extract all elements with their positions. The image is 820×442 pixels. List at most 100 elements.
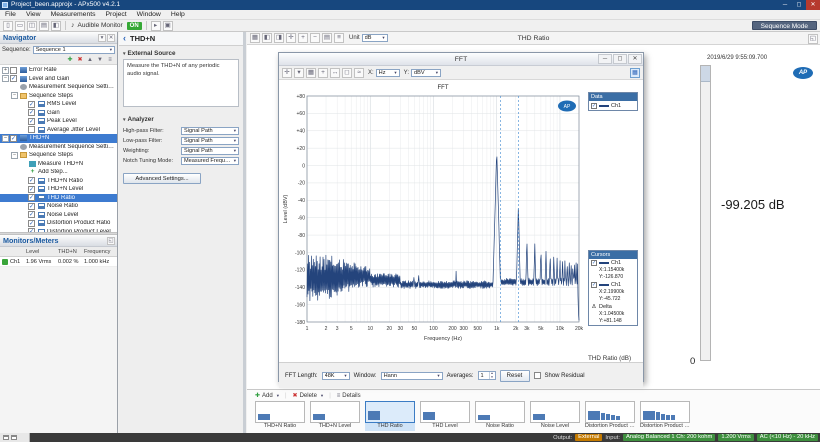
- output-status-badge[interactable]: External: [575, 434, 602, 441]
- measurement-thumbnail[interactable]: THD+N Ratio: [255, 401, 305, 431]
- fft-close-button[interactable]: ✕: [628, 54, 642, 64]
- tree-item[interactable]: Measurement Sequence Settings...: [0, 143, 117, 152]
- checkbox-icon[interactable]: ✓: [28, 177, 35, 184]
- expand-icon[interactable]: +: [2, 67, 9, 74]
- titlebar[interactable]: Project_been.approjx - APx500 v4.2.1 ─◻✕: [0, 0, 820, 10]
- open-project-icon[interactable]: ▭: [15, 21, 25, 31]
- checkbox-icon[interactable]: ✓: [28, 109, 35, 116]
- trace-icon[interactable]: ≈: [354, 68, 364, 78]
- averages-stepper[interactable]: 1 ▴▾: [478, 371, 496, 380]
- checkbox-icon[interactable]: ✓: [28, 220, 35, 227]
- pan-icon[interactable]: ↔: [330, 68, 340, 78]
- checkbox-icon[interactable]: ✓: [28, 194, 35, 201]
- back-icon[interactable]: ‹: [123, 33, 126, 43]
- input-status-badge[interactable]: Analog Balanced 1 Ch: 200 kohm: [623, 434, 715, 441]
- checkbox-icon[interactable]: ✓: [10, 135, 17, 142]
- show-residual-checkbox[interactable]: [534, 372, 541, 379]
- reset-button[interactable]: Reset: [500, 370, 530, 382]
- close-button[interactable]: ✕: [806, 0, 820, 10]
- input-bandwidth-badge[interactable]: AC (<10 Hz) - 20 kHz: [757, 434, 818, 441]
- undock-icon[interactable]: ◱: [808, 34, 818, 44]
- stepper-arrows[interactable]: ▴▾: [489, 372, 495, 379]
- tree-item[interactable]: −✓THD+N: [0, 134, 117, 143]
- grid-icon[interactable]: ▦: [306, 68, 316, 78]
- fft-y-unit-select[interactable]: dBV ▾: [411, 69, 441, 77]
- data-legend-row[interactable]: ✓ Ch1: [589, 101, 637, 110]
- input-range-badge[interactable]: 1.200 Vrms: [718, 434, 753, 441]
- checkbox-icon[interactable]: ✓: [591, 103, 597, 109]
- tree-item[interactable]: ✓THD Ratio: [0, 194, 117, 203]
- menu-view[interactable]: View: [21, 10, 46, 19]
- tree-item[interactable]: Measure THD+N: [0, 160, 117, 169]
- axes-icon[interactable]: ▤: [322, 33, 332, 43]
- collapse-icon[interactable]: −: [2, 135, 9, 142]
- zoom-out-icon[interactable]: −: [310, 33, 320, 43]
- checkbox-icon[interactable]: ✓: [28, 203, 35, 210]
- menu-icon[interactable]: ≡: [334, 33, 344, 43]
- zoom-in-icon[interactable]: +: [298, 33, 308, 43]
- split-vertical-icon[interactable]: ◨: [274, 33, 284, 43]
- tree-item[interactable]: −Sequence Steps: [0, 92, 117, 101]
- checkbox-icon[interactable]: ✓: [591, 260, 597, 266]
- field-select[interactable]: Signal Path▾: [181, 137, 239, 145]
- fft-titlebar[interactable]: FFT ─◻✕: [279, 53, 643, 66]
- add-measurement-icon[interactable]: ✚: [66, 56, 74, 64]
- tree-item[interactable]: ✓Distortion Product Ratio: [0, 219, 117, 228]
- audible-monitor-on-toggle[interactable]: ON: [127, 22, 142, 30]
- fft-x-unit-select[interactable]: Hz ▾: [376, 69, 400, 77]
- collapse-icon[interactable]: −: [11, 152, 18, 159]
- field-select[interactable]: Signal Path▾: [181, 147, 239, 155]
- copy-icon[interactable]: ◧: [51, 21, 61, 31]
- fft-maximize-button[interactable]: ◻: [613, 54, 627, 64]
- measurement-thumbnail[interactable]: THD Ratio: [365, 401, 415, 431]
- monitor-row[interactable]: Ch11.96 Vrms0.002 %1.000 kHz: [0, 257, 117, 267]
- collapse-icon[interactable]: −: [11, 92, 18, 99]
- checkbox-icon[interactable]: [10, 67, 17, 74]
- fft-length-select[interactable]: 48K ▾: [322, 372, 350, 380]
- measurement-thumbnail[interactable]: THD+N Level: [310, 401, 360, 431]
- new-project-icon[interactable]: ▯: [3, 21, 13, 31]
- checkbox-icon[interactable]: ✓: [591, 282, 597, 288]
- panel-icon[interactable]: [3, 435, 9, 440]
- pan-icon[interactable]: ✛: [286, 33, 296, 43]
- collapse-icon[interactable]: −: [2, 75, 9, 82]
- cursor-channel-row[interactable]: ΔDelta: [589, 303, 637, 311]
- measurement-thumbnail[interactable]: Noise Level: [530, 401, 580, 431]
- checkbox-icon[interactable]: [28, 126, 35, 133]
- tree-item[interactable]: ✓Noise Ratio: [0, 202, 117, 211]
- marker-icon[interactable]: ▾: [294, 68, 304, 78]
- details-button[interactable]: ≡ Details: [337, 393, 361, 399]
- menu-icon[interactable]: ≡: [106, 56, 114, 64]
- checkbox-icon[interactable]: ✓: [28, 118, 35, 125]
- fft-window-function-select[interactable]: Hann ▾: [381, 372, 443, 380]
- minimize-button[interactable]: ─: [778, 0, 792, 10]
- measurement-thumbnail[interactable]: THD Level: [420, 401, 470, 431]
- panel-icon[interactable]: [11, 435, 17, 440]
- sequence-mode-button[interactable]: Sequence Mode: [752, 21, 817, 30]
- sequence-select[interactable]: Sequence 1 ▾: [33, 46, 115, 54]
- cursor-channel-row[interactable]: ✓Ch1: [589, 259, 637, 267]
- checkbox-icon[interactable]: ✓: [10, 75, 17, 82]
- layout-grid-icon[interactable]: ▦: [250, 33, 260, 43]
- regulate-icon[interactable]: ▣: [163, 21, 173, 31]
- tree-item[interactable]: Measurement Sequence Settings...: [0, 83, 117, 92]
- menu-help[interactable]: Help: [166, 10, 190, 19]
- tree-item[interactable]: ✓Noise Level: [0, 211, 117, 220]
- checkbox-icon[interactable]: ✓: [28, 186, 35, 193]
- zoom-icon[interactable]: +: [318, 68, 328, 78]
- tree-item[interactable]: ✓Gain: [0, 109, 117, 118]
- tree-item[interactable]: ✓THD+N Level: [0, 185, 117, 194]
- select-icon[interactable]: ◻: [342, 68, 352, 78]
- fft-window[interactable]: FFT ─◻✕ ✛▾▦+↔◻≈ X: Hz ▾ Y: dBV ▾ ▦ +80+6…: [278, 52, 644, 382]
- expand-icon[interactable]: ◱: [107, 237, 115, 245]
- cursor-channel-row[interactable]: ✓Ch1: [589, 281, 637, 289]
- add-result-button[interactable]: ✚ Add ▾: [255, 392, 279, 399]
- tree-item[interactable]: Average Jitter Level: [0, 126, 117, 135]
- tree-item[interactable]: ✓THD+N Ratio: [0, 177, 117, 186]
- measurement-thumbnail[interactable]: Distortion Product Level: [640, 401, 690, 431]
- fft-minimize-button[interactable]: ─: [598, 54, 612, 64]
- checkbox-icon[interactable]: ✓: [28, 211, 35, 218]
- menu-project[interactable]: Project: [101, 10, 132, 19]
- save-project-icon[interactable]: ◫: [27, 21, 37, 31]
- field-select[interactable]: Signal Path▾: [181, 127, 239, 135]
